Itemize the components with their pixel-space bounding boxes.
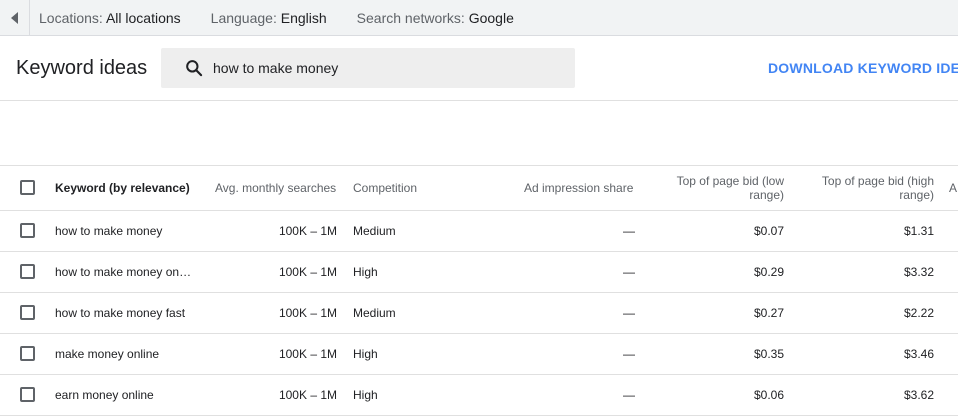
bid-low-cell: $0.35 xyxy=(753,347,784,361)
column-header-keyword[interactable]: Keyword (by relevance) xyxy=(55,181,190,195)
download-keyword-ideas-link[interactable]: DOWNLOAD KEYWORD IDEAS xyxy=(768,60,958,76)
search-networks-label: Search networks: xyxy=(356,9,465,26)
avg-monthly-searches-cell: 100K – 1M xyxy=(278,224,337,238)
search-icon xyxy=(186,60,203,77)
competition-cell: High xyxy=(353,347,378,361)
avg-monthly-searches-cell: 100K – 1M xyxy=(278,388,337,402)
keyword-cell: earn money online xyxy=(55,388,154,402)
table-row[interactable]: how to make money fast 100K – 1M Medium … xyxy=(0,293,958,334)
keyword-search-field[interactable]: how to make money xyxy=(161,48,575,88)
bid-high-cell: $1.31 xyxy=(903,224,934,238)
column-header-avg-monthly-searches[interactable]: Avg. monthly searches xyxy=(215,181,336,195)
table-row[interactable]: how to make money on… 100K – 1M High — $… xyxy=(0,252,958,293)
language-label: Language: xyxy=(210,9,277,26)
bid-high-cell: $3.46 xyxy=(903,347,934,361)
competition-cell: Medium xyxy=(353,224,396,238)
bid-low-cell: $0.06 xyxy=(753,388,784,402)
bid-low-cell: $0.29 xyxy=(753,265,784,279)
collapse-panel-button[interactable] xyxy=(0,0,30,36)
ad-impression-share-cell: — xyxy=(623,388,635,402)
competition-cell: High xyxy=(353,388,378,402)
competition-cell: Medium xyxy=(353,306,396,320)
row-checkbox[interactable] xyxy=(20,387,35,402)
table-row[interactable]: earn money online 100K – 1M High — $0.06… xyxy=(0,375,958,416)
avg-monthly-searches-cell: 100K – 1M xyxy=(278,306,337,320)
ad-impression-share-cell: — xyxy=(623,306,635,320)
competition-cell: High xyxy=(353,265,378,279)
language-value: English xyxy=(280,9,327,26)
page-title: Keyword ideas xyxy=(16,57,148,79)
bid-high-cell: $3.32 xyxy=(903,265,934,279)
ad-impression-share-cell: — xyxy=(623,224,635,238)
search-networks-filter[interactable]: Search networks: Google xyxy=(357,10,514,26)
keyword-cell: how to make money fast xyxy=(55,306,186,320)
row-checkbox[interactable] xyxy=(20,305,35,320)
locations-label: Locations: xyxy=(39,9,103,26)
column-header-truncated[interactable]: A xyxy=(949,181,957,195)
avg-monthly-searches-cell: 100K – 1M xyxy=(278,265,337,279)
bid-high-cell: $2.22 xyxy=(903,306,934,320)
keyword-cell: how to make money on… xyxy=(55,265,192,279)
locations-filter[interactable]: Locations: All locations xyxy=(39,10,181,26)
row-checkbox[interactable] xyxy=(20,264,35,279)
row-checkbox[interactable] xyxy=(20,346,35,361)
column-header-ad-impression-share[interactable]: Ad impression share xyxy=(524,181,633,195)
table-row[interactable]: how to make money 100K – 1M Medium — $0.… xyxy=(0,211,958,252)
language-filter[interactable]: Language: English xyxy=(211,10,327,26)
keyword-cell: make money online xyxy=(55,347,160,361)
ad-impression-share-cell: — xyxy=(623,347,635,361)
ad-impression-share-cell: — xyxy=(623,265,635,279)
column-header-competition[interactable]: Competition xyxy=(353,181,417,195)
table-header-row: Keyword (by relevance) Avg. monthly sear… xyxy=(0,165,958,211)
search-networks-value: Google xyxy=(468,9,514,26)
keyword-ideas-header: Keyword ideas how to make money DOWNLOAD… xyxy=(0,36,958,101)
bid-low-cell: $0.07 xyxy=(753,224,784,238)
filter-bar: Locations: All locations Language: Engli… xyxy=(0,0,958,36)
row-checkbox[interactable] xyxy=(20,223,35,238)
column-header-bid-high[interactable]: Top of page bid (high range) xyxy=(804,174,934,202)
keyword-cell: how to make money xyxy=(55,224,163,238)
bid-high-cell: $3.62 xyxy=(903,388,934,402)
triangle-left-icon xyxy=(11,11,18,24)
table-row[interactable]: make money online 100K – 1M High — $0.35… xyxy=(0,334,958,375)
column-header-bid-low[interactable]: Top of page bid (low range) xyxy=(654,174,784,202)
search-input[interactable]: how to make money xyxy=(213,60,338,76)
bid-low-cell: $0.27 xyxy=(753,306,784,320)
locations-value: All locations xyxy=(105,9,181,26)
select-all-checkbox[interactable] xyxy=(20,180,35,195)
avg-monthly-searches-cell: 100K – 1M xyxy=(278,347,337,361)
